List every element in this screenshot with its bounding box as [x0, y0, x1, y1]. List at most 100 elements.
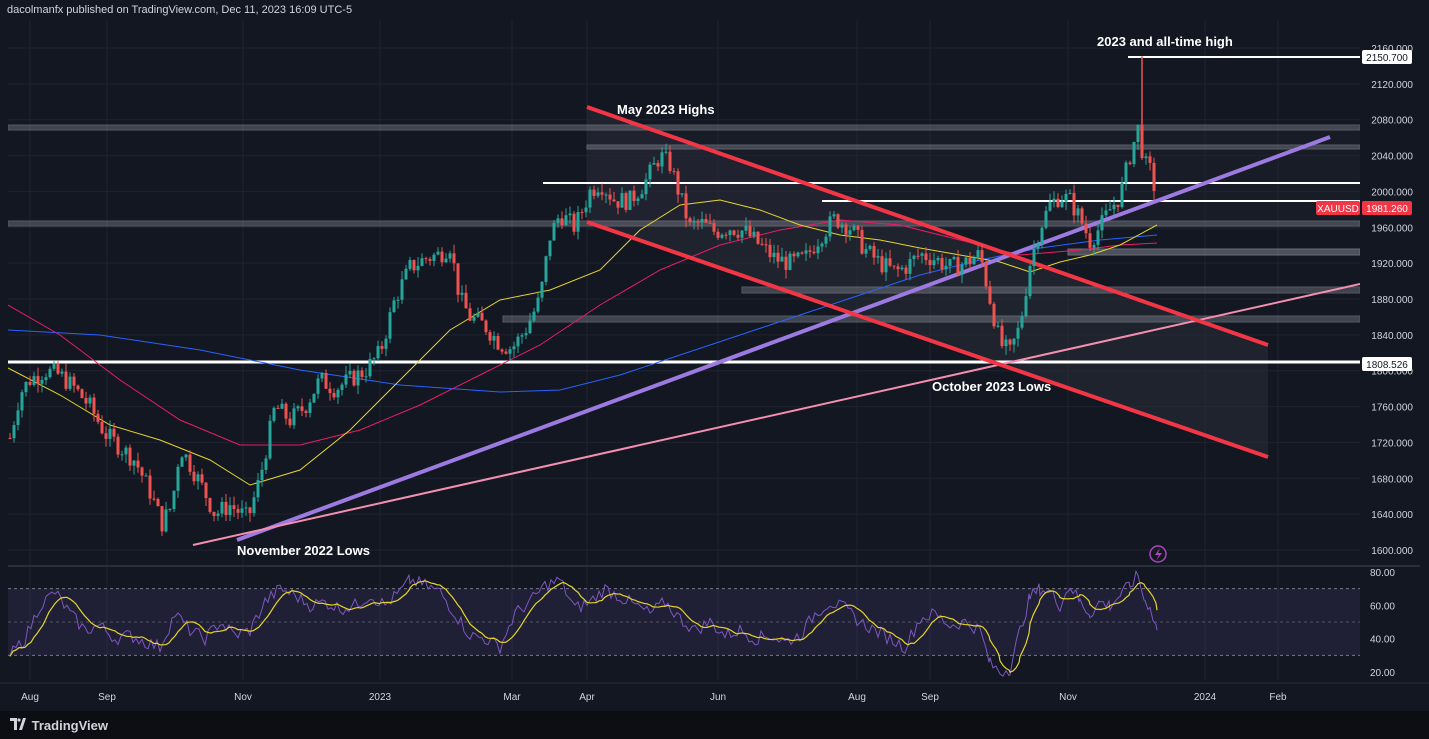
candle-body	[1084, 223, 1088, 234]
candle-body	[928, 260, 932, 266]
support-price-tag: 1808.526	[1362, 357, 1412, 371]
candle-body	[856, 225, 860, 230]
candle-body	[600, 192, 604, 195]
rsi-band	[8, 588, 1360, 656]
candle-body	[428, 259, 432, 261]
candle-body	[64, 371, 68, 389]
candle-body	[908, 259, 912, 274]
candle-body	[996, 325, 1000, 327]
candle-body	[680, 193, 684, 195]
x-tick-label: Sep	[98, 692, 116, 703]
candle-body	[360, 370, 364, 377]
candle-body	[232, 505, 236, 509]
candle-body	[252, 497, 256, 514]
x-tick-label: 2024	[1194, 692, 1217, 703]
candle-body	[720, 234, 724, 238]
candle-body	[832, 214, 836, 217]
candle-body	[896, 266, 900, 270]
candle-body	[540, 281, 544, 298]
candle-body	[660, 152, 664, 167]
candle-body	[1028, 266, 1032, 297]
candle-body	[92, 397, 96, 414]
candle-body	[796, 252, 800, 257]
candle-body	[328, 388, 332, 394]
x-tick-label: 2023	[369, 692, 392, 703]
candle-body	[96, 413, 100, 422]
y-tick-label: 1920.000	[1371, 259, 1413, 270]
candle-body	[384, 338, 388, 349]
candle-body	[692, 221, 696, 223]
y-tick-label: 2040.000	[1371, 152, 1413, 163]
candle-body	[792, 253, 796, 257]
annotation-ath: 2023 and all-time high	[1097, 34, 1233, 49]
candle-body	[200, 474, 204, 483]
candle-body	[604, 194, 608, 196]
candle-body	[256, 480, 260, 498]
candle-body	[568, 213, 572, 216]
candle-body	[500, 349, 504, 352]
candle-body	[68, 376, 72, 389]
candle-body	[52, 363, 56, 369]
candle-body	[632, 190, 636, 202]
candle-body	[916, 255, 920, 257]
candle-body	[532, 311, 536, 321]
candle-body	[236, 508, 240, 513]
candle-body	[1096, 230, 1100, 245]
candle-body	[80, 389, 84, 398]
candle-body	[184, 454, 188, 458]
rsi-tick-label: 20.00	[1370, 668, 1395, 679]
candle-body	[124, 447, 128, 455]
candle-body	[280, 403, 284, 409]
candle-body	[868, 245, 872, 250]
candle-body	[164, 509, 168, 532]
y-tick-label: 2080.000	[1371, 116, 1413, 127]
candle-body	[292, 408, 296, 426]
tradingview-logo[interactable]: TradingView	[10, 717, 108, 733]
candle-body	[216, 513, 220, 516]
candle-body	[484, 320, 488, 333]
x-tick-label: Feb	[1269, 692, 1287, 703]
candle-body	[364, 376, 368, 378]
candle-body	[268, 420, 272, 459]
lightning-icon[interactable]	[1149, 545, 1167, 563]
candle-body	[728, 230, 732, 236]
candle-body	[624, 193, 628, 210]
candle-body	[408, 259, 412, 269]
candle-body	[716, 231, 720, 238]
candle-body	[480, 312, 484, 321]
candle-body	[160, 506, 164, 532]
candle-body	[816, 246, 820, 254]
y-tick-label: 1760.000	[1371, 403, 1413, 414]
candle-body	[860, 229, 864, 254]
candle-body	[148, 475, 152, 499]
candle-body	[944, 265, 948, 270]
candle-body	[1136, 124, 1140, 142]
candle-body	[72, 376, 76, 386]
candle-body	[248, 507, 252, 514]
candle-body	[288, 418, 292, 426]
x-tick-label: Jun	[710, 692, 726, 703]
candle-body	[652, 163, 656, 165]
support-zone-1960	[8, 220, 1360, 227]
candle-body	[40, 379, 44, 384]
support-zone-1855	[502, 315, 1360, 323]
candle-body	[1060, 201, 1064, 208]
candle-body	[156, 499, 160, 507]
candle-body	[596, 192, 600, 196]
candle-body	[308, 402, 312, 413]
candle-body	[272, 407, 276, 421]
candle-body	[316, 378, 320, 394]
candle-body	[900, 267, 904, 270]
candle-body	[1044, 210, 1048, 228]
candle-body	[112, 428, 116, 437]
candle-body	[544, 256, 548, 282]
candle-body	[956, 257, 960, 275]
candle-body	[840, 224, 844, 228]
x-tick-label: Apr	[579, 692, 595, 703]
candle-body	[296, 406, 300, 409]
candle-body	[276, 407, 280, 409]
price-chart[interactable]: 2023 and all-time high May 2023 Highs Oc…	[0, 0, 1429, 711]
candle-body	[612, 199, 616, 202]
candle-body	[536, 297, 540, 312]
tradingview-logo-text: TradingView	[31, 718, 108, 734]
